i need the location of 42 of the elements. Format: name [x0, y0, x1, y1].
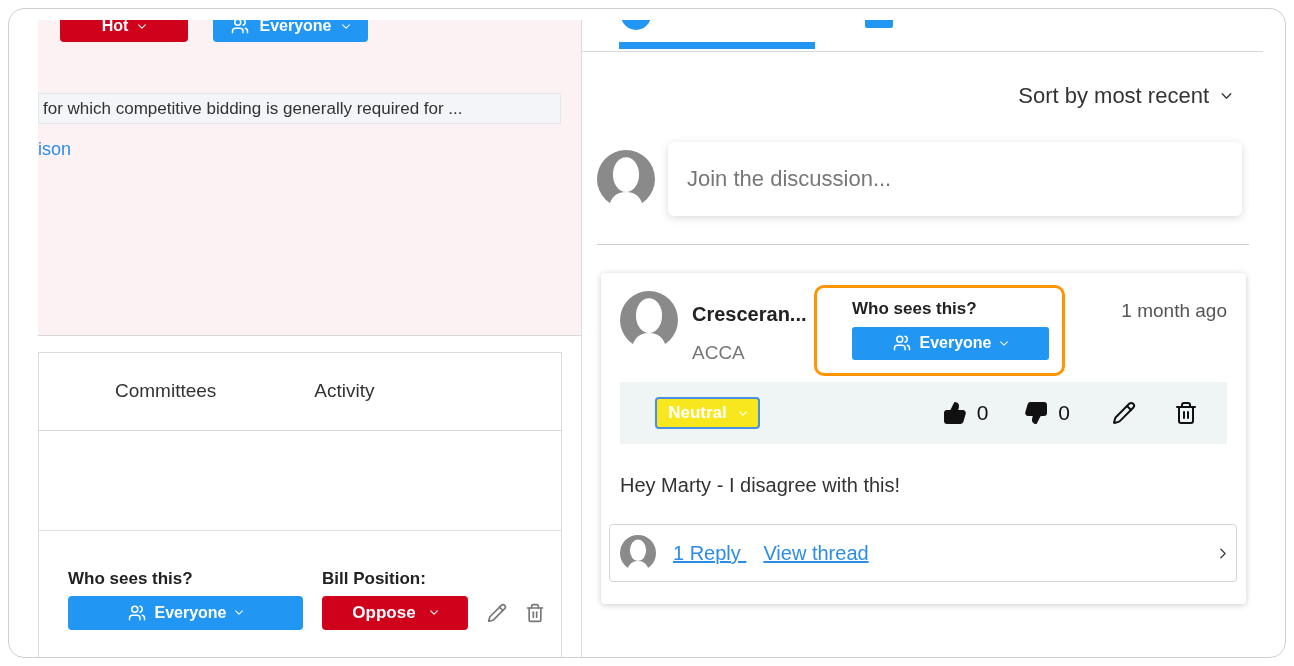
view-thread-link[interactable]: View thread: [763, 538, 869, 568]
delete-icon[interactable]: [1174, 401, 1198, 425]
caret-icon: [138, 23, 147, 29]
caret-icon: [234, 610, 243, 615]
thumbs-down-icon: [1024, 401, 1049, 425]
audience-dropdown[interactable]: Everyone: [852, 326, 1049, 360]
dislike-button[interactable]: 0: [1024, 397, 1070, 429]
position-label: Bill Position:: [322, 568, 427, 590]
author-name: Cresceran...: [692, 302, 808, 327]
caret-icon: [429, 610, 438, 615]
tab[interactable]: [619, 20, 815, 49]
comment-text: Hey Marty - I disagree with this!: [620, 473, 902, 498]
visibility-label: Who sees this?: [852, 298, 978, 320]
timestamp: 1 month ago: [1121, 299, 1227, 323]
group-icon: [893, 334, 912, 352]
organization: ACCA: [692, 341, 746, 365]
like-button[interactable]: 0: [942, 397, 989, 429]
replies-link[interactable]: 1 Reply: [673, 538, 747, 568]
tab[interactable]: Activity: [314, 377, 375, 406]
summary-field[interactable]: for which competitive bidding is generally required for ...: [38, 93, 561, 124]
edit-icon[interactable]: [1112, 401, 1136, 425]
group-icon: [231, 20, 250, 35]
visibility-label: Who sees this?: [68, 568, 194, 590]
caret-icon: [341, 23, 350, 29]
caret-icon: [999, 340, 1008, 346]
audience-dropdown[interactable]: Everyone: [68, 595, 303, 630]
tab[interactable]: Committees: [115, 377, 217, 406]
avatar: [597, 150, 655, 208]
reply-bar[interactable]: 1 Reply View thread: [609, 524, 1237, 582]
link[interactable]: ison: [38, 136, 72, 163]
avatar: [620, 291, 678, 349]
caret-icon: [1221, 92, 1232, 99]
caret-icon: [738, 410, 747, 416]
group-icon: [128, 603, 147, 622]
sort-dropdown[interactable]: Sort by most recent: [1018, 79, 1232, 112]
avatar: [620, 535, 656, 571]
thumbs-up-icon: [942, 401, 967, 425]
position-dropdown[interactable]: Oppose: [322, 595, 468, 630]
priority-dropdown[interactable]: Hot: [60, 20, 188, 42]
comment-input[interactable]: Join the discussion...: [668, 142, 1242, 216]
audience-dropdown[interactable]: Everyone: [213, 20, 368, 42]
chevron-right-icon[interactable]: [1220, 547, 1226, 559]
